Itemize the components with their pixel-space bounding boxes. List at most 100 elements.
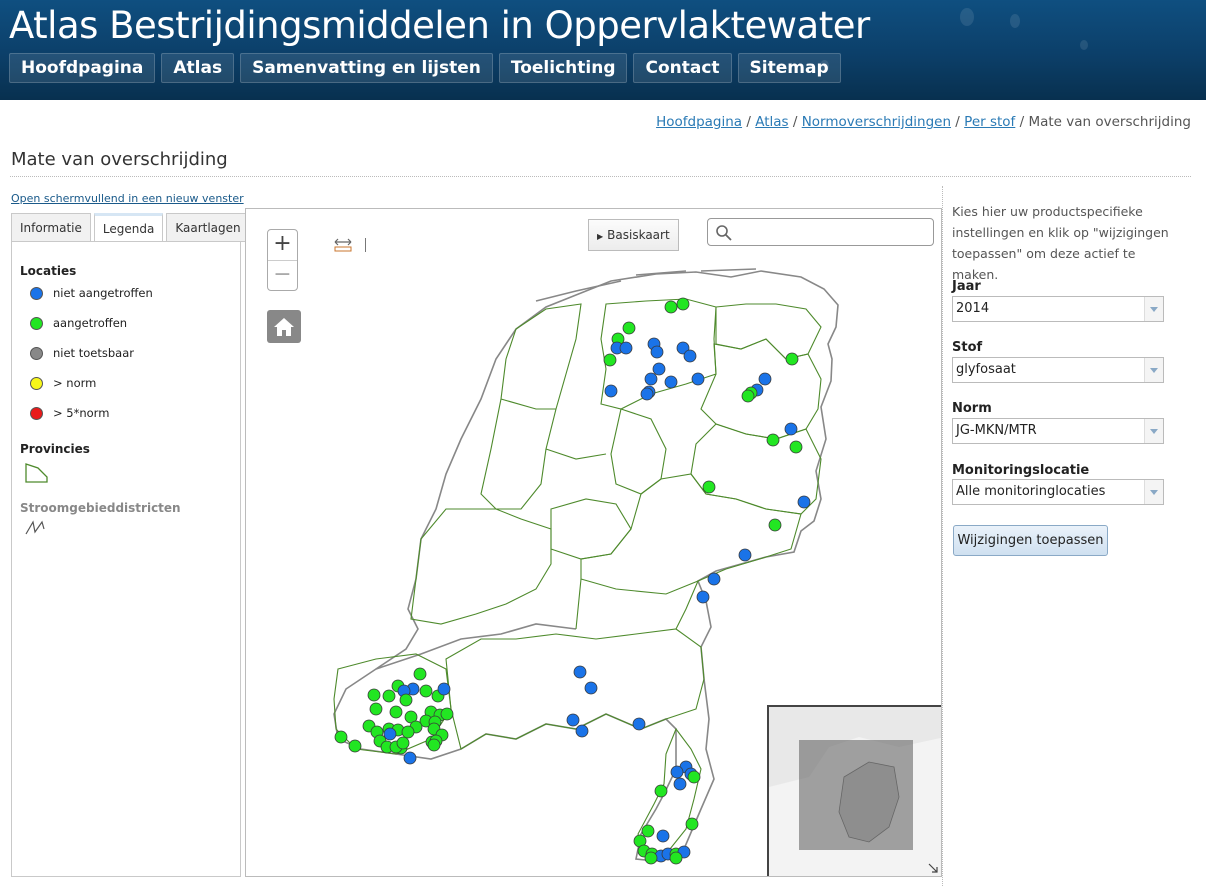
location-marker-aangetroffen[interactable]	[427, 738, 441, 752]
location-marker-aangetroffen[interactable]	[440, 707, 454, 721]
location-marker-niet-aangetroffen[interactable]	[696, 590, 710, 604]
breadcrumb-normoverschrijdingen[interactable]: Normoverschrijdingen	[802, 114, 951, 130]
location-marker-aangetroffen[interactable]	[603, 353, 617, 367]
breadcrumb-hoofdpagina[interactable]: Hoofdpagina	[656, 114, 742, 130]
location-marker-aangetroffen[interactable]	[664, 300, 678, 314]
stof-label: Stof	[952, 340, 983, 355]
chevron-down-icon[interactable]	[1144, 358, 1163, 382]
location-marker-aangetroffen[interactable]	[641, 824, 655, 838]
map-search-input[interactable]	[707, 218, 934, 246]
resize-icon[interactable]	[927, 862, 939, 874]
province-zuidholland	[410, 508, 552, 625]
tab-kaartlagen[interactable]: Kaartlagen	[166, 213, 250, 242]
location-marker-aangetroffen[interactable]	[413, 667, 427, 681]
district-inner-lines	[500, 398, 699, 630]
monitoringslocatie-label: Monitoringslocatie	[952, 463, 1090, 478]
location-marker-aangetroffen[interactable]	[622, 321, 636, 335]
page-title: Mate van overschrijding	[11, 149, 228, 170]
location-marker-niet-aangetroffen[interactable]	[707, 572, 721, 586]
location-marker-aangetroffen[interactable]	[644, 851, 658, 865]
location-marker-aangetroffen[interactable]	[741, 389, 755, 403]
location-marker-aangetroffen[interactable]	[369, 702, 383, 716]
zoom-out-button[interactable]: −	[268, 260, 297, 290]
location-marker-aangetroffen[interactable]	[669, 851, 683, 865]
nav-hoofdpagina[interactable]: Hoofdpagina	[9, 53, 156, 83]
chevron-down-icon[interactable]	[1144, 419, 1163, 443]
location-marker-aangetroffen[interactable]	[367, 688, 381, 702]
tab-legenda[interactable]: Legenda	[93, 213, 164, 242]
location-marker-aangetroffen[interactable]	[389, 705, 403, 719]
location-marker-niet-aangetroffen[interactable]	[604, 384, 618, 398]
overview-map[interactable]	[767, 705, 941, 876]
apply-changes-button[interactable]: Wijzigingen toepassen	[953, 525, 1108, 556]
location-marker-niet-aangetroffen[interactable]	[784, 422, 798, 436]
tab-informatie[interactable]: Informatie	[11, 213, 91, 242]
location-marker-niet-aangetroffen[interactable]	[650, 345, 664, 359]
location-marker-niet-aangetroffen[interactable]	[656, 829, 670, 843]
location-marker-niet-aangetroffen[interactable]	[632, 717, 646, 731]
measure-icon[interactable]	[333, 237, 353, 253]
side-divider	[942, 186, 943, 886]
location-marker-aangetroffen[interactable]	[687, 770, 701, 784]
nav-sitemap[interactable]: Sitemap	[737, 53, 841, 83]
norm-select[interactable]: JG-MKN/MTR	[952, 418, 1164, 444]
settings-intro: Kies hier uw productspecifieke instellin…	[952, 204, 1169, 282]
location-marker-niet-aangetroffen[interactable]	[797, 495, 811, 509]
breadcrumb-per-stof[interactable]: Per stof	[964, 114, 1015, 130]
location-marker-aangetroffen[interactable]	[685, 817, 699, 831]
jaar-select[interactable]: 2014	[952, 296, 1164, 322]
location-marker-aangetroffen[interactable]	[401, 725, 415, 739]
nav-contact[interactable]: Contact	[633, 53, 732, 83]
location-marker-aangetroffen[interactable]	[676, 297, 690, 311]
nav-toelichting[interactable]: Toelichting	[498, 53, 628, 83]
location-marker-aangetroffen[interactable]	[399, 693, 413, 707]
location-marker-aangetroffen[interactable]	[768, 518, 782, 532]
toolbar-separator	[365, 238, 366, 252]
location-marker-aangetroffen[interactable]	[789, 440, 803, 454]
location-marker-aangetroffen[interactable]	[396, 736, 410, 750]
location-marker-niet-aangetroffen[interactable]	[691, 372, 705, 386]
location-marker-aangetroffen[interactable]	[702, 480, 716, 494]
stof-select[interactable]: glyfosaat	[952, 357, 1164, 383]
location-marker-aangetroffen[interactable]	[334, 730, 348, 744]
location-marker-niet-aangetroffen[interactable]	[575, 724, 589, 738]
location-marker-niet-aangetroffen[interactable]	[673, 777, 687, 791]
location-marker-niet-aangetroffen[interactable]	[652, 362, 666, 376]
location-marker-niet-aangetroffen[interactable]	[584, 681, 598, 695]
breadcrumb-atlas[interactable]: Atlas	[755, 114, 788, 130]
location-marker-niet-aangetroffen[interactable]	[670, 765, 684, 779]
breadcrumb-separator: /	[742, 114, 756, 130]
home-button[interactable]	[267, 310, 301, 343]
location-marker-niet-aangetroffen[interactable]	[640, 387, 654, 401]
chevron-down-icon[interactable]	[1144, 480, 1163, 504]
chevron-down-icon[interactable]	[1144, 297, 1163, 321]
location-marker-niet-aangetroffen[interactable]	[573, 665, 587, 679]
monitoringslocatie-select[interactable]: Alle monitoringlocaties	[952, 479, 1164, 505]
nav-samenvatting[interactable]: Samenvatting en lijsten	[240, 53, 493, 83]
fullscreen-link[interactable]: Open schermvullend in een nieuw venster	[11, 192, 244, 205]
location-marker-niet-aangetroffen[interactable]	[619, 341, 633, 355]
location-marker-niet-aangetroffen[interactable]	[383, 727, 397, 741]
location-marker-niet-aangetroffen[interactable]	[758, 372, 772, 386]
location-marker-aangetroffen[interactable]	[766, 433, 780, 447]
location-marker-aangetroffen[interactable]	[785, 352, 799, 366]
location-marker-niet-aangetroffen[interactable]	[566, 713, 580, 727]
location-marker-aangetroffen[interactable]	[382, 689, 396, 703]
location-marker-niet-aangetroffen[interactable]	[738, 548, 752, 562]
zoom-in-button[interactable]: +	[268, 230, 297, 260]
location-marker-niet-aangetroffen[interactable]	[644, 372, 658, 386]
location-marker-niet-aangetroffen[interactable]	[683, 349, 697, 363]
legend-item: > 5*norm	[20, 398, 232, 428]
location-marker-niet-aangetroffen[interactable]	[403, 751, 417, 765]
basemap-button[interactable]: ▶ Basiskaart	[588, 219, 679, 251]
monitoringslocatie-value: Alle monitoringlocaties	[956, 484, 1106, 499]
location-marker-aangetroffen[interactable]	[654, 784, 668, 798]
map-viewer[interactable]: + − ▶ Basiskaart	[245, 208, 942, 877]
location-marker-niet-aangetroffen[interactable]	[437, 682, 451, 696]
nav-atlas[interactable]: Atlas	[161, 53, 235, 83]
location-marker-niet-aangetroffen[interactable]	[664, 375, 678, 389]
overview-viewport[interactable]	[799, 740, 913, 850]
province-gelderland	[580, 473, 802, 595]
location-marker-aangetroffen[interactable]	[419, 684, 433, 698]
location-marker-aangetroffen[interactable]	[348, 739, 362, 753]
